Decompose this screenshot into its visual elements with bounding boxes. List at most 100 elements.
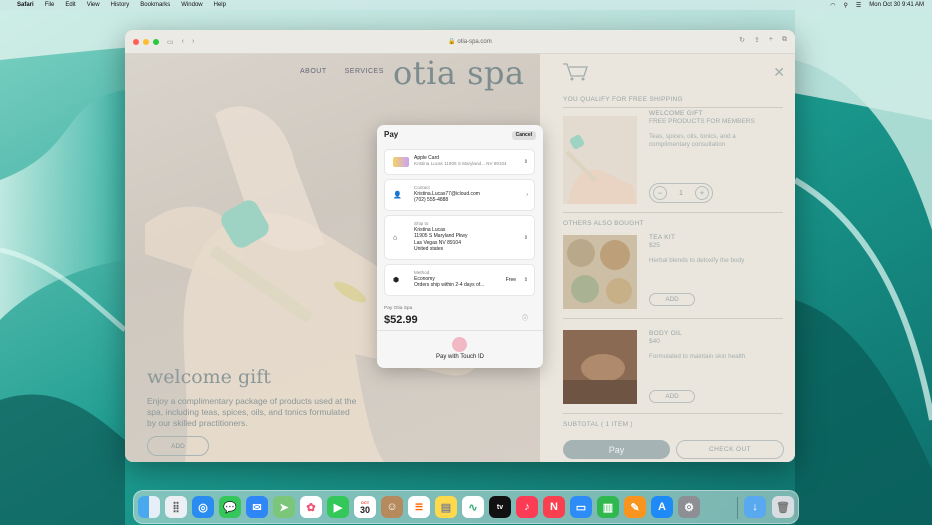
tab-overview-icon[interactable]: ⧉	[782, 36, 787, 44]
checkout-button[interactable]: CHECK OUT	[676, 440, 784, 459]
cart-icon	[563, 63, 588, 81]
decrement-button[interactable]: −	[653, 186, 667, 200]
hero-add-button[interactable]: ADD	[147, 436, 209, 456]
nav-about[interactable]: ABOUT	[300, 68, 327, 75]
welcome-gift-image	[563, 116, 637, 204]
app-store-icon[interactable]: A	[651, 496, 673, 518]
address-bar[interactable]: 🔒 otia-spa.com	[405, 36, 535, 48]
menu-bookmarks[interactable]: Bookmarks	[140, 2, 170, 8]
finder-icon[interactable]	[138, 496, 160, 518]
calendar-icon[interactable]: OCT 30	[354, 496, 376, 518]
menu-bar: Safari File Edit View History Bookmarks …	[0, 0, 932, 10]
safari-icon[interactable]: ◎	[192, 496, 214, 518]
address-text: otia-spa.com	[457, 39, 492, 45]
pay-to-label: Pay Otia Spa	[384, 306, 413, 311]
menu-help[interactable]: Help	[214, 2, 226, 8]
keynote-icon[interactable]: ▭	[570, 496, 592, 518]
facetime-icon[interactable]: ▶	[327, 496, 349, 518]
notes-icon[interactable]: ▤	[435, 496, 457, 518]
touch-id-label: Pay with Touch ID	[436, 354, 484, 360]
control-center-icon[interactable]: ☰	[856, 2, 861, 9]
menu-edit[interactable]: Edit	[65, 2, 75, 8]
cart-panel: ✕ YOU QUALIFY FOR FREE SHIPPING WELCOME …	[540, 54, 795, 462]
launchpad-icon[interactable]: ⣿	[165, 496, 187, 518]
divider	[377, 330, 543, 331]
menu-window[interactable]: Window	[181, 2, 202, 8]
cancel-button[interactable]: Cancel	[511, 131, 536, 140]
pages-icon[interactable]: ✎	[624, 496, 646, 518]
menu-file[interactable]: File	[45, 2, 55, 8]
shipping-method-row[interactable]: ⬢ Method Economy Orders ship within 2-4 …	[384, 264, 535, 296]
close-icon[interactable]: ✕	[773, 64, 785, 81]
body-oil-name: BODY OIL	[649, 330, 682, 337]
wifi-icon[interactable]: ◠	[830, 2, 835, 9]
share-icon[interactable]: ⇪	[754, 36, 760, 44]
dock-separator	[737, 497, 738, 519]
menu-clock[interactable]: Mon Oct 30 9:41 AM	[869, 2, 924, 8]
forward-icon[interactable]: ›	[192, 38, 194, 45]
site-logo[interactable]: otia spa	[393, 54, 525, 92]
welcome-gift-sub: FREE PRODUCTS FOR MEMBERS	[649, 118, 755, 125]
subtotal-label: SUBTOTAL ( 1 ITEM )	[563, 421, 633, 428]
payment-card-row[interactable]: Apple Card Kristina Lucas 11905 S Maryla…	[384, 149, 535, 175]
messages-icon[interactable]: 💬	[219, 496, 241, 518]
search-icon[interactable]: ⚲	[844, 2, 848, 9]
info-icon[interactable]: ⓘ	[522, 313, 528, 322]
touch-id-icon	[452, 337, 467, 352]
method-price: Free	[505, 277, 516, 283]
divider	[563, 318, 783, 319]
apple-pay-title: Pay	[384, 130, 399, 139]
welcome-gift-name: WELCOME GIFT	[649, 110, 703, 117]
browser-toolbar: ▭ ‹ › 🔒 otia-spa.com ↻ ⇪ + ⧉	[125, 30, 795, 54]
card-detail: Kristina Lucas 11905 S Maryland... NV 89…	[414, 161, 507, 167]
system-settings-icon[interactable]: ⚙	[678, 496, 700, 518]
sidebar-icon[interactable]: ▭	[167, 38, 174, 46]
menu-app-name[interactable]: Safari	[17, 2, 34, 8]
method-detail: Orders ship within 2-4 days of...	[414, 282, 485, 289]
ship-to-street: 11905 S Maryland Pkwy	[414, 233, 468, 240]
new-tab-icon[interactable]: +	[769, 36, 773, 44]
reminders-icon[interactable]: ☰	[408, 496, 430, 518]
divider	[563, 413, 783, 414]
chevron-right-icon: ›	[526, 192, 528, 198]
increment-button[interactable]: +	[695, 186, 709, 200]
numbers-icon[interactable]: ▥	[597, 496, 619, 518]
photos-icon[interactable]: ✿	[300, 496, 322, 518]
contacts-icon[interactable]: ☺	[381, 496, 403, 518]
music-icon[interactable]: ♪	[516, 496, 538, 518]
minimize-window-button[interactable]	[143, 38, 149, 45]
welcome-gift-desc: Teas, spices, oils, tonics, and a compli…	[649, 133, 736, 148]
menu-history[interactable]: History	[111, 2, 130, 8]
menu-view[interactable]: View	[87, 2, 100, 8]
zoom-window-button[interactable]	[153, 38, 159, 45]
body-oil-image	[563, 330, 637, 404]
body-oil-price: $40	[649, 338, 660, 345]
freeform-icon[interactable]: ∿	[462, 496, 484, 518]
card-icon	[393, 157, 409, 167]
back-icon[interactable]: ‹	[182, 38, 184, 45]
news-icon[interactable]: N	[543, 496, 565, 518]
contact-row[interactable]: 👤 Contact Kristina.Lucas77@icloud.com (7…	[384, 179, 535, 211]
reload-icon[interactable]: ↻	[739, 36, 745, 44]
person-icon: 👤	[393, 192, 402, 199]
ship-to-row[interactable]: ⌂ Ship to Kristina Lucas 11905 S Marylan…	[384, 215, 535, 260]
body-oil-add-button[interactable]: ADD	[649, 390, 695, 403]
mail-icon[interactable]: ✉	[246, 496, 268, 518]
tea-kit-image	[563, 235, 637, 309]
hero-text: Enjoy a complimentary package of product…	[147, 396, 357, 428]
downloads-icon[interactable]: ↓	[744, 496, 766, 518]
apple-tv-icon[interactable]: tv	[489, 496, 511, 518]
divider	[563, 212, 783, 213]
quantity-value: 1	[679, 189, 683, 197]
maps-icon[interactable]: ➤	[273, 496, 295, 518]
apple-pay-sheet: Pay Cancel Apple Card Kristina Lucas 119…	[377, 125, 543, 368]
nav-services[interactable]: SERVICES	[345, 68, 384, 75]
house-icon: ⌂	[393, 234, 398, 241]
apple-pay-button[interactable]: Pay	[563, 440, 670, 459]
tea-kit-add-button[interactable]: ADD	[649, 293, 695, 306]
pay-amount: $52.99	[384, 314, 418, 326]
close-window-button[interactable]	[133, 38, 139, 45]
contact-phone: (702) 555-4888	[414, 197, 449, 204]
others-bought-title: OTHERS ALSO BOUGHT	[563, 220, 644, 227]
trash-icon[interactable]: 🗑	[772, 496, 794, 518]
